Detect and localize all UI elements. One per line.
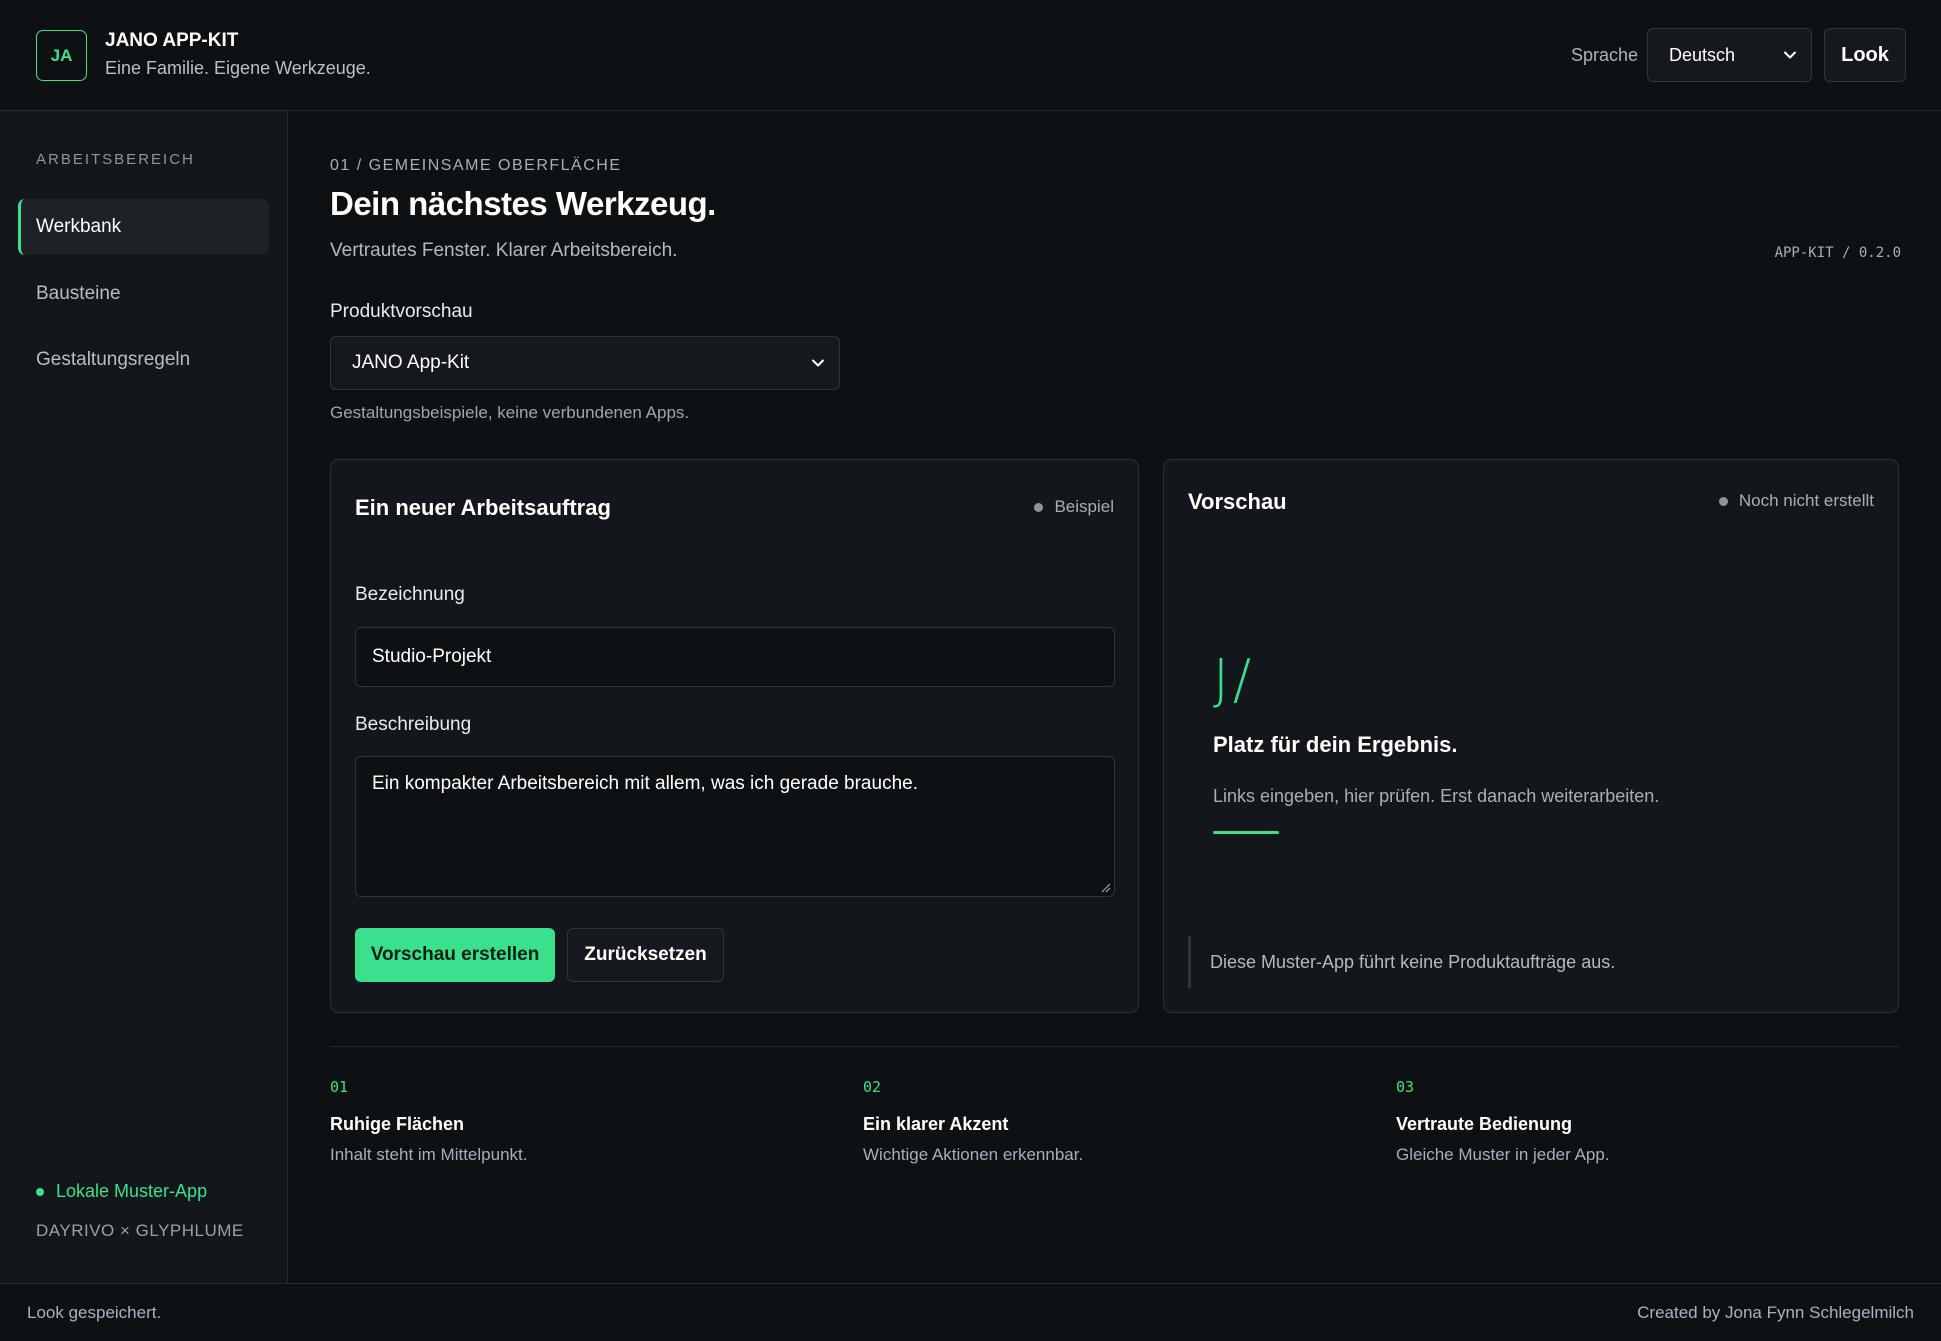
sidebar-item-label: Gestaltungsregeln [36,349,191,370]
work-order-title: Ein neuer Arbeitsauftrag [355,495,611,520]
chevron-down-icon [1784,51,1796,59]
name-field-label: Bezeichnung [355,584,465,605]
product-preview-hint: Gestaltungsbeispiele, keine verbundenen … [330,403,690,422]
app-header: JA JANO APP-KIT Eine Familie. Eigene Wer… [0,0,1941,111]
feature-title: Ein klarer Akzent [863,1114,1009,1134]
sidebar-heading: ARBEITSBEREICH [36,151,195,168]
language-select-value: Deutsch [1669,44,1736,65]
result-placeholder-text: Links eingeben, hier prüfen. Erst danach… [1213,786,1660,806]
product-preview-select[interactable]: JANO App-Kit [330,336,840,390]
sidebar-credit: DAYRIVO × GLYPHLUME [36,1221,244,1240]
language-select[interactable]: Deutsch [1647,28,1812,82]
preview-status-badge: Noch nicht erstellt [1718,491,1874,511]
app-tagline: Eine Familie. Eigene Werkzeuge. [105,58,371,78]
feature-description: Wichtige Aktionen erkennbar. [863,1145,1084,1164]
feature-description: Inhalt steht im Mittelpunkt. [330,1145,528,1164]
look-button[interactable]: Look [1824,28,1906,82]
feature-number: 02 [863,1078,882,1096]
sidebar: ARBEITSBEREICH Werkbank Bausteine Gestal… [0,111,288,1283]
description-textarea[interactable]: Ein kompakter Arbeitsbereich mit allem, … [355,756,1115,897]
feature-item: 01 Ruhige Flächen Inhalt steht im Mittel… [330,1078,810,1165]
app-logo: JA [36,30,87,81]
name-input[interactable]: Studio-Projekt [355,627,1115,687]
feature-title: Ruhige Flächen [330,1114,465,1134]
preview-status-label: Noch nicht erstellt [1738,491,1874,510]
chevron-down-icon [812,359,824,367]
feature-title: Vertraute Bedienung [1396,1114,1573,1134]
feature-number: 01 [330,1078,349,1096]
feature-item: 03 Vertraute Bedienung Gleiche Muster in… [1396,1078,1876,1165]
preview-card: Vorschau Noch nicht erstellt J/ Platz fü… [1163,459,1899,1013]
reset-button[interactable]: Zurücksetzen [567,928,724,982]
page-subtitle: Vertrautes Fenster. Klarer Arbeitsbereic… [330,240,678,261]
footer-credit: Created by Jona Fynn Schlegelmilch [1637,1303,1914,1322]
feature-item: 02 Ein klarer Akzent Wichtige Aktionen e… [863,1078,1343,1165]
description-field-label: Beschreibung [355,714,472,735]
demo-note: Diese Muster-App führt keine Produktauft… [1188,936,1868,988]
status-bar: Look gespeichert. Created by Jona Fynn S… [0,1283,1941,1341]
preview-title: Vorschau [1188,489,1287,514]
sidebar-item-werkbank[interactable]: Werkbank [18,199,269,255]
sidebar-item-gestaltungsregeln[interactable]: Gestaltungsregeln [18,332,269,388]
resize-grip-icon[interactable] [1099,881,1111,893]
status-dot-icon [36,1187,44,1196]
version-label: APP-KIT / 0.2.0 [1774,245,1901,261]
feature-description: Gleiche Muster in jeder App. [1396,1145,1610,1164]
app-status-label: Lokale Muster-App [56,1181,208,1201]
page-title: Dein nächstes Werkzeug. [330,185,716,222]
result-placeholder-title: Platz für dein Ergebnis. [1213,732,1458,757]
name-input-value: Studio-Projekt [372,646,492,667]
create-preview-button[interactable]: Vorschau erstellen [355,928,555,982]
work-order-card: Ein neuer Arbeitsauftrag Beispiel Bezeic… [330,459,1139,1013]
save-status: Look gespeichert. [27,1303,162,1322]
section-divider [330,1046,1899,1047]
sidebar-item-bausteine[interactable]: Bausteine [18,266,269,322]
badge-dot-icon [1034,502,1044,512]
accent-line [1213,831,1279,834]
app-status: Lokale Muster-App [36,1181,207,1202]
example-badge-label: Beispiel [1054,497,1114,516]
badge-dot-icon [1718,496,1728,506]
section-eyebrow: 01 / GEMEINSAME OBERFLÄCHE [330,157,622,174]
app-title: JANO APP-KIT [105,30,239,51]
product-select-value: JANO App-Kit [352,352,470,373]
language-label: Sprache [1571,45,1639,65]
sidebar-item-label: Bausteine [36,283,121,304]
feature-number: 03 [1396,1078,1415,1096]
brand-mark-icon: J/ [1213,648,1256,711]
description-textarea-value: Ein kompakter Arbeitsbereich mit allem, … [372,773,918,794]
product-preview-label: Produktvorschau [330,301,473,322]
sidebar-item-label: Werkbank [36,216,122,237]
example-badge: Beispiel [1034,497,1114,517]
